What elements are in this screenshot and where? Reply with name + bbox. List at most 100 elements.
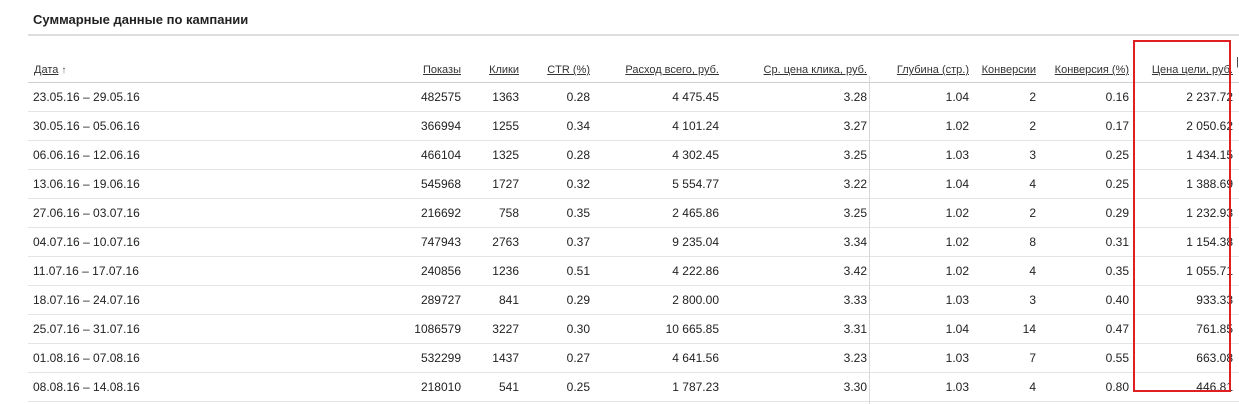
cell-ctr: 0.32 <box>525 169 596 199</box>
column-header-date[interactable]: Дата ↑ <box>28 49 388 83</box>
cell-conversions: 4 <box>975 256 1042 286</box>
cell-date: 27.06.16 – 03.07.16 <box>28 198 388 228</box>
cell-clicks: 1325 <box>467 140 525 170</box>
column-header-shows[interactable]: Показы <box>388 49 467 83</box>
cell-clicks: 541 <box>467 372 525 402</box>
table-row: 11.07.16 – 17.07.16 240856 1236 0.51 4 222.8… <box>28 256 1239 286</box>
cell-ctr: 0.30 <box>525 314 596 344</box>
cell-conversions: 2 <box>975 82 1042 112</box>
cell-conversion-rate: 0.17 <box>1042 111 1135 141</box>
cell-depth: 1.03 <box>873 285 975 315</box>
cell-spend: 2 465.86 <box>596 198 725 228</box>
column-header-depth[interactable]: Глубина (стр.) <box>873 49 975 83</box>
column-header-conversions[interactable]: Конверсии <box>975 49 1042 83</box>
cell-conversions: 7 <box>975 343 1042 373</box>
cell-date: 23.05.16 – 29.05.16 <box>28 82 388 112</box>
cell-conversions: 2 <box>975 111 1042 141</box>
table-row: 27.06.16 – 03.07.16 216692 758 0.35 2 465.86… <box>28 198 1239 228</box>
cell-ctr: 0.25 <box>525 372 596 402</box>
cell-conversion-rate: 0.31 <box>1042 227 1135 257</box>
cell-date: 08.08.16 – 14.08.16 <box>28 372 388 402</box>
cell-goal-cost: 2 050.62 <box>1135 111 1239 141</box>
cell-spend: 4 101.24 <box>596 111 725 141</box>
page-title: Суммарные данные по кампании <box>33 12 249 27</box>
cell-goal-cost: 761.85 <box>1135 314 1239 344</box>
cell-avg-cpc: 3.23 <box>725 343 873 373</box>
column-header-conversion-rate[interactable]: Конверсия (%) <box>1042 49 1135 83</box>
cell-conversion-rate: 0.80 <box>1042 372 1135 402</box>
cell-conversions: 14 <box>975 314 1042 344</box>
cell-ctr: 0.34 <box>525 111 596 141</box>
cell-depth: 1.02 <box>873 111 975 141</box>
column-header-clicks[interactable]: Клики <box>467 49 525 83</box>
table-row: 25.07.16 – 31.07.16 1086579 3227 0.30 10 665… <box>28 314 1239 344</box>
cell-depth: 1.03 <box>873 140 975 170</box>
cell-avg-cpc: 3.25 <box>725 198 873 228</box>
cell-conversion-rate: 0.35 <box>1042 256 1135 286</box>
cell-conversion-rate: 0.40 <box>1042 285 1135 315</box>
cell-ctr: 0.27 <box>525 343 596 373</box>
cell-conversions: 4 <box>975 169 1042 199</box>
column-header-spend[interactable]: Расход всего, руб. <box>596 49 725 83</box>
table-header-row: Дата ↑ Показы Клики CTR (%) Расход всего… <box>28 49 1239 83</box>
cell-ctr: 0.28 <box>525 82 596 112</box>
cell-goal-cost: 933.33 <box>1135 285 1239 315</box>
cell-clicks: 841 <box>467 285 525 315</box>
cell-ctr: 0.28 <box>525 140 596 170</box>
cell-goal-cost: 1 434.15 <box>1135 140 1239 170</box>
cell-conversions: 2 <box>975 198 1042 228</box>
table-row: 23.05.16 – 29.05.16 482575 1363 0.28 4 475.4… <box>28 82 1239 112</box>
title-divider <box>28 34 1239 36</box>
cell-conversions: 3 <box>975 285 1042 315</box>
cell-clicks: 758 <box>467 198 525 228</box>
cell-ctr: 0.35 <box>525 198 596 228</box>
cell-conversion-rate: 0.16 <box>1042 82 1135 112</box>
cell-ctr: 0.51 <box>525 256 596 286</box>
column-header-goal-cost[interactable]: Цена цели, руб. <box>1135 49 1239 83</box>
cell-avg-cpc: 3.27 <box>725 111 873 141</box>
cell-avg-cpc: 3.34 <box>725 227 873 257</box>
cell-conversion-rate: 0.25 <box>1042 169 1135 199</box>
cell-avg-cpc: 3.30 <box>725 372 873 402</box>
cell-spend: 5 554.77 <box>596 169 725 199</box>
cell-goal-cost: 1 055.71 <box>1135 256 1239 286</box>
cell-shows: 482575 <box>388 82 467 112</box>
cell-spend: 4 641.56 <box>596 343 725 373</box>
table-row: 01.08.16 – 07.08.16 532299 1437 0.27 4 641.5… <box>28 343 1239 373</box>
cell-clicks: 1437 <box>467 343 525 373</box>
cell-shows: 1086579 <box>388 314 467 344</box>
cell-date: 01.08.16 – 07.08.16 <box>28 343 388 373</box>
column-header-avg-cpc[interactable]: Ср. цена клика, руб. <box>725 49 873 83</box>
cell-clicks: 1236 <box>467 256 525 286</box>
column-divider <box>869 76 870 404</box>
cell-spend: 4 222.86 <box>596 256 725 286</box>
cell-shows: 240856 <box>388 256 467 286</box>
cell-shows: 747943 <box>388 227 467 257</box>
cell-clicks: 1255 <box>467 111 525 141</box>
cell-conversions: 4 <box>975 372 1042 402</box>
cell-ctr: 0.37 <box>525 227 596 257</box>
cell-depth: 1.04 <box>873 169 975 199</box>
cell-spend: 1 787.23 <box>596 372 725 402</box>
cell-depth: 1.04 <box>873 82 975 112</box>
cell-conversions: 8 <box>975 227 1042 257</box>
cell-ctr: 0.29 <box>525 285 596 315</box>
cell-clicks: 2763 <box>467 227 525 257</box>
cell-avg-cpc: 3.25 <box>725 140 873 170</box>
cell-spend: 4 302.45 <box>596 140 725 170</box>
column-header-ctr[interactable]: CTR (%) <box>525 49 596 83</box>
cell-depth: 1.02 <box>873 198 975 228</box>
cell-goal-cost: 1 388.69 <box>1135 169 1239 199</box>
cell-spend: 10 665.85 <box>596 314 725 344</box>
table-row: 04.07.16 – 10.07.16 747943 2763 0.37 9 235.0… <box>28 227 1239 257</box>
table-row: 13.06.16 – 19.06.16 545968 1727 0.32 5 554.7… <box>28 169 1239 199</box>
cell-goal-cost: 663.08 <box>1135 343 1239 373</box>
cell-conversions: 3 <box>975 140 1042 170</box>
cell-clicks: 1727 <box>467 169 525 199</box>
cell-avg-cpc: 3.33 <box>725 285 873 315</box>
cell-conversion-rate: 0.29 <box>1042 198 1135 228</box>
cell-conversion-rate: 0.47 <box>1042 314 1135 344</box>
cell-date: 06.06.16 – 12.06.16 <box>28 140 388 170</box>
cell-goal-cost: 446.81 <box>1135 372 1239 402</box>
cell-date: 25.07.16 – 31.07.16 <box>28 314 388 344</box>
